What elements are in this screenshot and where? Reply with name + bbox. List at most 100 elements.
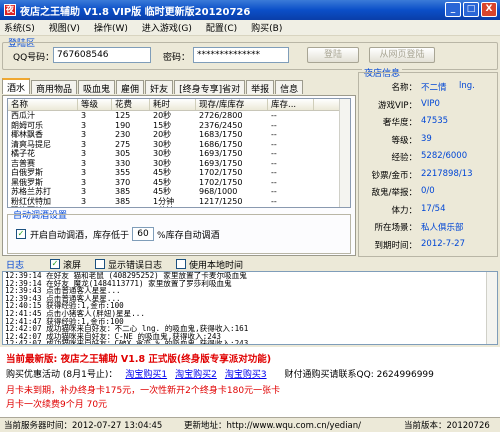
tab-friends[interactable]: 奸友 xyxy=(145,80,174,95)
drinks-list[interactable]: 名称 等级 花费 耗时 现存/库库存 库存... 西瓜汁 3 125 20秒 2726/… xyxy=(7,98,351,208)
promo-line-4: 月卡一次续费9个月 70元 xyxy=(6,400,108,410)
table-cell: -- xyxy=(271,130,277,139)
app-icon: 夜 xyxy=(4,4,16,16)
login-button[interactable]: 登陆 xyxy=(307,47,359,63)
table-row[interactable]: 粉红伏特加 3 385 1分钟 1217/1250 -- xyxy=(8,197,350,207)
log-label: 日志 xyxy=(6,260,25,271)
tab-hire[interactable]: 雇佣 xyxy=(116,80,145,95)
table-row[interactable]: 朗姆可乐 3 190 15秒 2376/2450 -- xyxy=(8,121,350,131)
table-cell: 275 xyxy=(115,139,131,149)
password-input[interactable]: ************** xyxy=(193,47,289,63)
col-time[interactable]: 耗时 xyxy=(150,99,196,110)
info-row: 所在场景： 私人俱乐部 xyxy=(359,221,497,235)
tab-goods[interactable]: 商用物品 xyxy=(31,80,78,95)
log-box[interactable]: 12:39:14 在好友 猫和老鼠 (408295252) 家里放置了卡麦尔吸血… xyxy=(2,271,498,345)
table-cell: 1217/1250 xyxy=(199,196,243,206)
taobao-link-3[interactable]: 淘宝购买3 xyxy=(225,367,267,380)
threshold-input[interactable]: 60 xyxy=(132,227,155,241)
table-row[interactable]: 白俄罗斯 3 355 45秒 1702/1750 -- xyxy=(8,168,350,178)
info-value: 39 xyxy=(421,133,432,144)
table-row[interactable]: 西瓜汁 3 125 20秒 2726/2800 -- xyxy=(8,111,350,121)
table-cell: 3 xyxy=(81,149,87,158)
close-button[interactable]: X xyxy=(481,2,497,17)
info-row: 等级： 39 xyxy=(359,134,497,148)
table-row[interactable]: 椰林飘香 3 230 20秒 1683/1750 -- xyxy=(8,130,350,140)
col-name[interactable]: 名称 xyxy=(8,99,78,110)
menu-config[interactable]: 配置(C) xyxy=(206,21,237,34)
table-cell: 3 xyxy=(81,168,87,177)
table-cell: -- xyxy=(268,206,314,207)
info-row: 奢华度： 47535 xyxy=(359,116,497,130)
table-cell: 400 xyxy=(112,206,150,207)
log-line: 12:42:07 成功猫咪来自好友：C破X 贪恋 % 的吸血鬼,获得收入:243 xyxy=(5,339,249,345)
col-cost[interactable]: 花费 xyxy=(112,99,150,110)
maximize-button[interactable]: □ xyxy=(463,2,479,17)
table-cell: 苏格兰苏打 xyxy=(11,187,51,196)
minimize-button[interactable]: _ xyxy=(445,2,461,17)
list-scrollbar[interactable] xyxy=(339,99,350,207)
menu-view[interactable]: 视图(V) xyxy=(49,21,80,34)
table-cell: 3 xyxy=(81,120,87,130)
auto-mix-label: 开启自动调酒，库存低于 xyxy=(30,230,130,241)
table-cell: 3 xyxy=(81,158,87,168)
table-cell: 45秒 xyxy=(153,177,172,187)
tab-vampire[interactable]: 吸血鬼 xyxy=(78,80,116,95)
info-key: 钞票/金币： xyxy=(371,170,417,181)
error-log-checkbox[interactable] xyxy=(95,259,106,269)
tab-strip: 酒水 商用物品 吸血鬼 雇佣 奸友 [终身专享]省对 举报 信息 xyxy=(2,78,304,95)
window-title: 夜店之王辅助 V1.8 VIP版 临时更新版20120726 xyxy=(20,6,251,18)
table-cell: 968/1000 xyxy=(199,187,238,196)
table-row[interactable]: 苏格兰苏打 3 385 45秒 968/1000 -- xyxy=(8,187,350,197)
tab-drinks[interactable]: 酒水 xyxy=(2,78,31,94)
table-row[interactable]: 清爽马提尼 3 275 30秒 1686/1750 -- xyxy=(8,140,350,150)
tab-exclusive[interactable]: [终身专享]省对 xyxy=(174,80,246,95)
menu-buy[interactable]: 购买(B) xyxy=(251,21,282,34)
scroll-label: 滚屏 xyxy=(63,260,82,271)
scroll-checkbox[interactable]: ✓ xyxy=(50,259,60,269)
table-cell: 385 xyxy=(115,196,131,206)
local-time-checkbox[interactable] xyxy=(176,259,187,269)
col-stock[interactable]: 现存/库库存 xyxy=(196,99,268,110)
table-cell: 3 xyxy=(81,111,87,120)
table-cell: 20秒 xyxy=(153,111,172,120)
log-scrollbar[interactable] xyxy=(486,272,497,344)
menu-system[interactable]: 系统(S) xyxy=(4,21,35,34)
info-key: 奢华度： xyxy=(382,118,417,128)
info-key: 等级： xyxy=(391,135,417,146)
tab-report[interactable]: 举报 xyxy=(246,80,275,95)
table-cell: -- xyxy=(271,139,277,149)
table-cell: 3 xyxy=(81,196,87,206)
info-row: 到期时间： 2012-7-27 xyxy=(359,239,497,253)
auto-mix-checkbox[interactable]: ✓ xyxy=(16,229,26,239)
web-login-button[interactable]: 从网页登陆 xyxy=(369,47,435,63)
col-stock2[interactable]: 库存... xyxy=(268,99,314,110)
title-bar[interactable]: 夜 夜店之王辅助 V1.8 VIP版 临时更新版20120726 _ □ X xyxy=(0,0,500,20)
info-row: 游戏VIP： VIP0 xyxy=(359,99,497,113)
table-cell: 330 xyxy=(115,158,131,168)
info-row: 名称： 不二情 lng. xyxy=(359,81,497,95)
table-cell: 椰林飘香 xyxy=(11,130,43,139)
table-cell: -- xyxy=(271,187,277,196)
qq-input[interactable]: 767608546 xyxy=(53,47,151,63)
table-cell: 1693/1750 xyxy=(199,158,243,168)
table-cell: 1分钟 xyxy=(153,196,175,206)
menu-operate[interactable]: 操作(W) xyxy=(94,21,128,34)
table-cell: -- xyxy=(271,111,277,120)
taobao-link-2[interactable]: 淘宝购买2 xyxy=(175,367,217,380)
table-cell: -- xyxy=(271,177,277,187)
promo-headline: 当前最新版: 夜店之王辅助 V1.8 正式版(终身版专享派对功能) xyxy=(6,354,272,365)
table-row[interactable]: 黑俄罗斯 3 370 45秒 1702/1750 -- xyxy=(8,178,350,188)
taobao-link-1[interactable]: 淘宝购买1 xyxy=(125,367,167,380)
table-row[interactable]: 吉普赛 3 330 30秒 1693/1750 -- xyxy=(8,159,350,169)
menu-enter-game[interactable]: 进入游戏(G) xyxy=(142,21,192,34)
table-cell: 朗姆可乐 xyxy=(11,120,43,130)
promo-line-3: 月卡未到期，补办终身卡175元，一次性新开2个终身卡180元一张卡 xyxy=(6,386,281,396)
promo-area: 当前最新版: 夜店之王辅助 V1.8 正式版(终身版专享派对功能) 购买优惠活动… xyxy=(0,347,500,417)
update-address[interactable]: 更新地址：http://www.wqu.com.cn/yedian/ xyxy=(184,419,404,431)
tab-info[interactable]: 信息 xyxy=(275,80,304,95)
table-cell: 橘子花 xyxy=(11,149,35,158)
table-row[interactable]: 橘子花 3 305 30秒 1693/1750 -- xyxy=(8,149,350,159)
col-level[interactable]: 等级 xyxy=(78,99,112,110)
info-value: 私人俱乐部 xyxy=(421,223,464,233)
table-cell: 1702/1750 xyxy=(199,177,243,187)
